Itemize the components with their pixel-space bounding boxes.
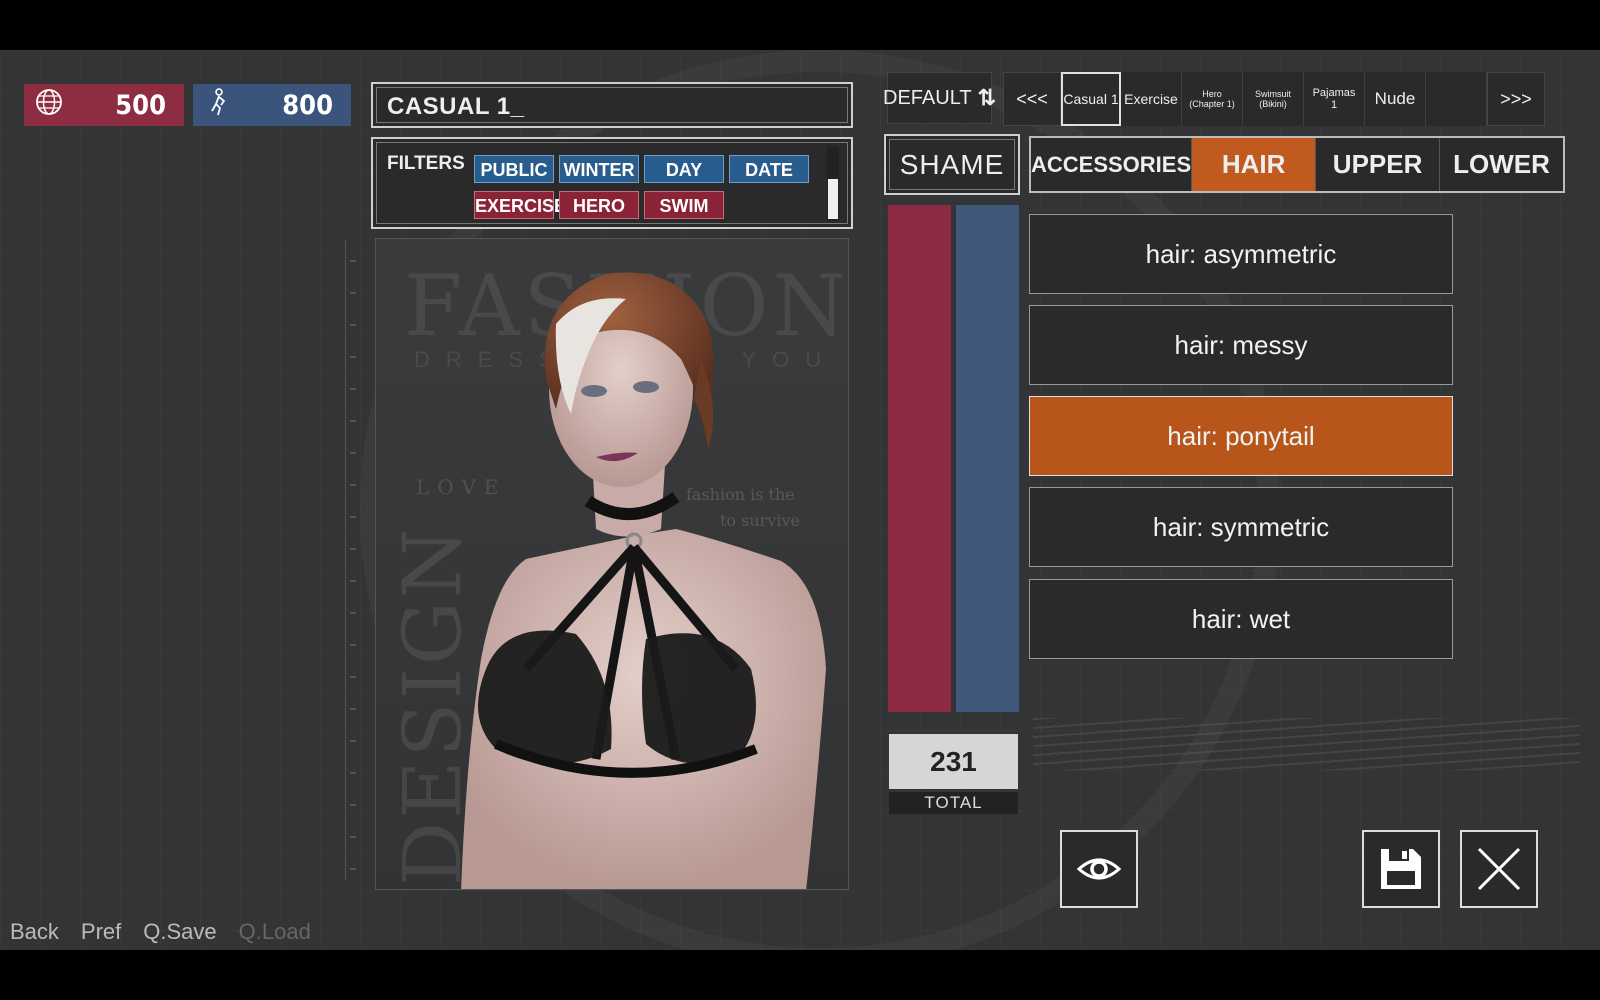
outfit-tab-label: Hero: [1202, 89, 1222, 99]
filters-label: FILTERS: [387, 153, 465, 174]
default-label: DEFAULT: [883, 86, 972, 109]
default-sort-button[interactable]: DEFAULT ⇅: [883, 72, 996, 124]
outfit-tab-sublabel: (Bikini): [1259, 99, 1287, 109]
outfit-tab-label: Nude: [1374, 89, 1416, 108]
stat-value: 800: [282, 89, 333, 121]
outfit-tab-pajamas[interactable]: Pajamas 1: [1304, 72, 1365, 126]
option-hair-symmetric[interactable]: hair: symmetric: [1029, 487, 1453, 567]
outfit-tab-nude[interactable]: Nude: [1365, 72, 1426, 126]
exhibition-stat: 800: [193, 84, 351, 126]
shame-button[interactable]: SHAME: [884, 134, 1020, 195]
outfit-tab-casual-1[interactable]: Casual 1: [1061, 72, 1121, 126]
outfit-tab-label: Casual 1: [1063, 91, 1119, 107]
outfit-tab-exercise[interactable]: Exercise: [1121, 72, 1182, 126]
shame-gauge-blue: [956, 205, 1019, 712]
quick-back-button[interactable]: Back: [10, 919, 59, 945]
option-hair-messy[interactable]: hair: messy: [1029, 305, 1453, 385]
save-outfit-button[interactable]: [1362, 830, 1440, 908]
filter-tag-hero[interactable]: HERO: [559, 191, 639, 219]
filter-tag-date[interactable]: DATE: [729, 155, 809, 183]
filters-scroll-thumb[interactable]: [828, 179, 838, 219]
next-outfits-button[interactable]: >>>: [1487, 72, 1545, 126]
outfit-name-input[interactable]: CASUAL 1_: [371, 82, 853, 128]
stat-value: 500: [115, 89, 166, 121]
outfit-tab-sublabel: (Chapter 1): [1189, 99, 1235, 109]
quick-pref-button[interactable]: Pref: [81, 919, 121, 945]
tab-lower[interactable]: LOWER: [1440, 138, 1563, 191]
corruption-stat: 500: [24, 84, 184, 126]
character-figure: [461, 272, 826, 889]
option-hair-ponytail[interactable]: hair: ponytail: [1029, 396, 1453, 476]
eye-icon: [1076, 858, 1122, 880]
decorative-stripes: [1033, 718, 1580, 770]
quick-load-button[interactable]: Q.Load: [239, 919, 311, 945]
quick-menu: Back Pref Q.Save Q.Load: [10, 919, 311, 945]
filter-tag-public[interactable]: PUBLIC: [474, 155, 554, 183]
outfit-tab-bar: <<< Casual 1 Exercise Hero (Chapter 1) S…: [1003, 72, 1551, 126]
sort-arrows-icon: ⇅: [977, 85, 996, 110]
outfit-tab-label: Pajamas: [1312, 87, 1356, 99]
filter-tag-swim[interactable]: SWIM: [644, 191, 724, 219]
filter-tag-day[interactable]: DAY: [644, 155, 724, 183]
outfit-tab-hero[interactable]: Hero (Chapter 1): [1182, 72, 1243, 126]
preview-button[interactable]: [1060, 830, 1138, 908]
filter-tag-exercise[interactable]: EXERCISE: [474, 191, 566, 219]
tab-upper[interactable]: UPPER: [1316, 138, 1441, 191]
shame-gauge-red: [888, 205, 951, 712]
outfit-tab-label: Swimsuit: [1254, 89, 1291, 99]
option-hair-wet[interactable]: hair: wet: [1029, 579, 1453, 659]
floppy-disk-icon: [1381, 849, 1421, 889]
option-hair-asymmetric[interactable]: hair: asymmetric: [1029, 214, 1453, 294]
category-tabs: ACCESSORIES HAIR UPPER LOWER: [1029, 136, 1565, 193]
decorative-ruler: [345, 240, 360, 880]
close-button[interactable]: [1460, 830, 1538, 908]
tab-accessories[interactable]: ACCESSORIES: [1031, 138, 1193, 191]
tab-hair[interactable]: HAIR: [1192, 138, 1317, 191]
prev-outfits-button[interactable]: <<<: [1003, 72, 1061, 126]
outfit-tab-label: Exercise: [1124, 91, 1178, 107]
wardrobe-screen: 500 800 CASUAL 1_ FILTERS PUBLIC WINTER …: [0, 50, 1600, 950]
close-icon: [1477, 847, 1521, 891]
outfit-tab-sublabel: 1: [1330, 99, 1338, 111]
total-value: 231: [889, 734, 1018, 789]
outfit-name-text: CASUAL 1_: [387, 93, 525, 120]
filters-panel: FILTERS PUBLIC WINTER DAY DATE EXERCISE …: [371, 137, 853, 229]
outfit-tab-empty[interactable]: [1426, 72, 1487, 126]
outfit-tab-swimsuit[interactable]: Swimsuit (Bikini): [1243, 72, 1304, 126]
character-portrait: FASHION DRESS YOU LOVE DESIGN fashion is…: [375, 238, 849, 890]
quick-save-button[interactable]: Q.Save: [143, 919, 216, 945]
filter-tag-winter[interactable]: WINTER: [559, 155, 639, 183]
person-icon: [203, 87, 233, 124]
total-label: TOTAL: [889, 792, 1018, 814]
globe-icon: [34, 87, 64, 124]
filters-scrollbar[interactable]: [827, 147, 839, 221]
